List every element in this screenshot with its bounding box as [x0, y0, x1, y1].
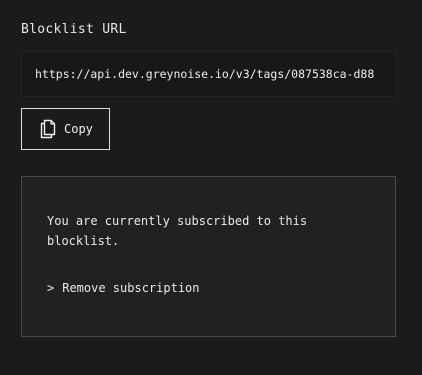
remove-subscription-link[interactable]: > Remove subscription [47, 281, 200, 295]
remove-subscription-label: Remove subscription [62, 281, 200, 295]
blocklist-url-value[interactable]: https://api.dev.greynoise.io/v3/tags/087… [35, 67, 374, 81]
blocklist-url-label: Blocklist URL [21, 22, 127, 37]
copy-button[interactable]: Copy [21, 108, 110, 150]
chevron-right-icon: > [47, 281, 55, 295]
copy-icon [40, 119, 56, 139]
subscription-panel: You are currently subscribed to this blo… [21, 176, 396, 337]
blocklist-url-field[interactable]: https://api.dev.greynoise.io/v3/tags/087… [21, 51, 396, 97]
subscription-status-message: You are currently subscribed to this blo… [47, 214, 308, 248]
copy-button-label: Copy [64, 122, 93, 136]
